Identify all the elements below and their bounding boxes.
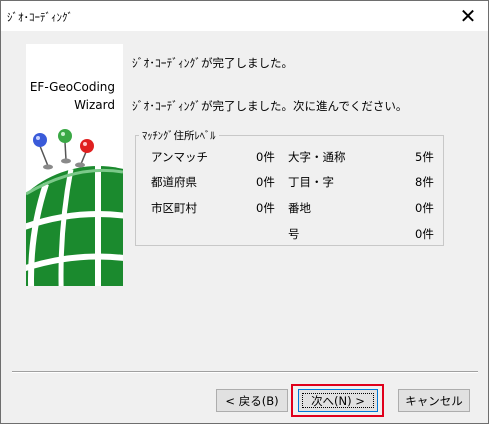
- prefecture-value: 0件: [256, 175, 275, 189]
- wizard-dialog: ｼﾞｵ･ｺｰﾃﾞｨﾝｸﾞ ✕ EF-GeoCoding Wizard ｼﾞｵ･ｺ…: [0, 0, 489, 424]
- title-bar: ｼﾞｵ･ｺｰﾃﾞｨﾝｸﾞ ✕: [1, 1, 488, 31]
- municipality-value: 0件: [256, 201, 275, 215]
- chome-value: 8件: [415, 175, 434, 189]
- oaza-label: 大字・通称: [288, 150, 346, 164]
- banchi-label: 番地: [288, 201, 311, 215]
- banner-title-line2: Wizard: [74, 98, 115, 112]
- window-title: ｼﾞｵ･ｺｰﾃﾞｨﾝｸﾞ: [7, 11, 73, 24]
- close-icon: ✕: [459, 4, 477, 28]
- matching-level-group-label: ﾏｯﾁﾝｸﾞ住所ﾚﾍﾞﾙ: [139, 128, 219, 143]
- municipality-label: 市区町村: [151, 201, 197, 215]
- wizard-banner: EF-GeoCoding Wizard: [26, 44, 123, 286]
- go-label: 号: [288, 227, 300, 241]
- unmatched-label: アンマッチ: [151, 150, 209, 164]
- completion-heading: ｼﾞｵ･ｺｰﾃﾞｨﾝｸﾞが完了しました。: [132, 56, 293, 70]
- unmatched-value: 0件: [256, 150, 275, 164]
- close-button[interactable]: ✕: [448, 1, 488, 31]
- globe-with-pins-icon: [26, 129, 123, 286]
- back-button[interactable]: < 戻る(B): [216, 389, 288, 412]
- oaza-value: 5件: [415, 150, 434, 164]
- cancel-button[interactable]: キャンセル: [398, 389, 470, 412]
- pin-icons: [33, 129, 94, 170]
- banchi-value: 0件: [415, 201, 434, 215]
- chome-label: 丁目・字: [288, 175, 334, 189]
- next-button-highlight: [291, 384, 384, 417]
- prefecture-label: 都道府県: [151, 175, 197, 189]
- completion-instruction: ｼﾞｵ･ｺｰﾃﾞｨﾝｸﾞが完了しました。次に進んでください。: [132, 99, 408, 113]
- banner-title-line1: EF-GeoCoding: [29, 80, 115, 94]
- go-value: 0件: [415, 227, 434, 241]
- button-separator: [12, 371, 478, 373]
